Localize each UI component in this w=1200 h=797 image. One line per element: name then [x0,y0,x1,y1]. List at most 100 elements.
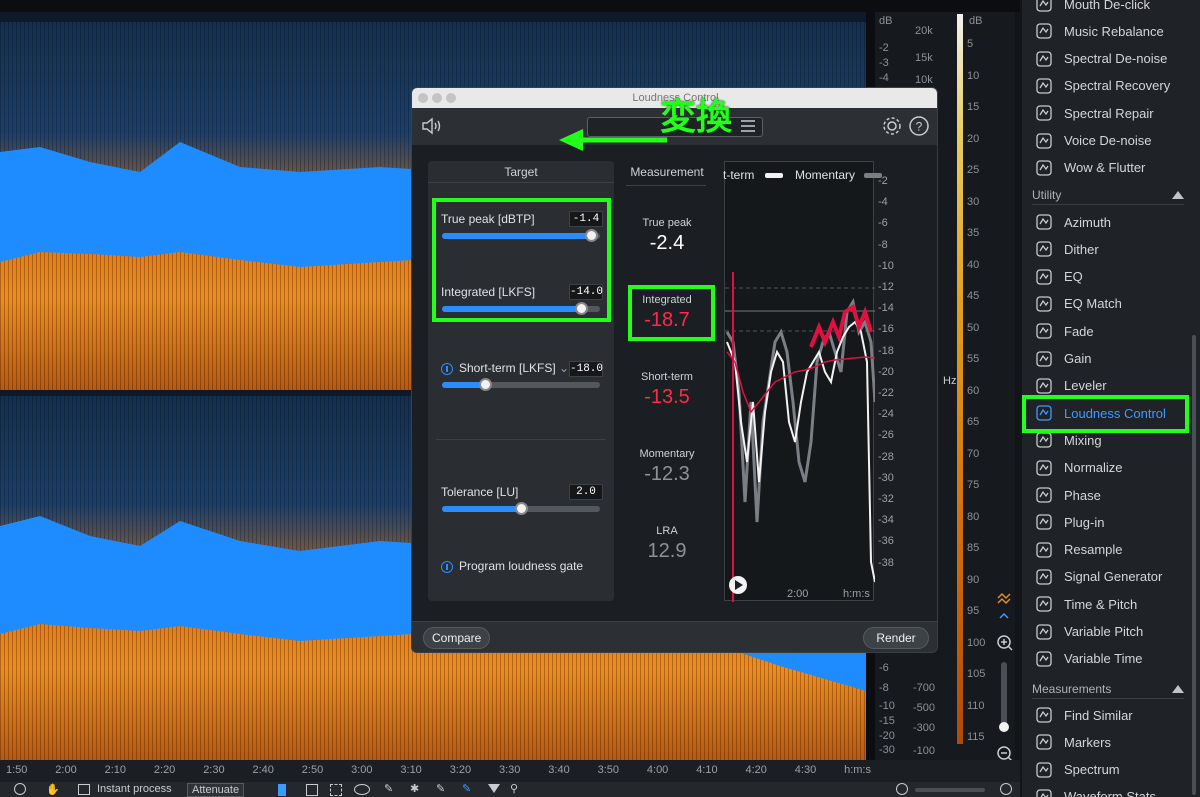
meter-tick: 100 [967,636,986,649]
compare-button[interactable]: Compare [423,627,491,649]
graph-y-tick: -38 [878,556,894,569]
sidebar-item-spectral-de-noise[interactable]: Spectral De-noise [1034,47,1184,71]
sidebar-item-loudness-control[interactable]: Loudness Control [1034,401,1184,425]
zoom-window-button[interactable] [446,93,456,103]
instant-process-checkbox[interactable] [78,784,90,795]
program-gate-row[interactable]: Program loudness gate [441,559,583,573]
h-zoom-slider[interactable] [915,788,985,792]
sidebar-item-variable-time[interactable]: Variable Time [1034,647,1184,671]
sidebar-item-gain[interactable]: Gain [1034,347,1184,371]
meter-db-label: dB [969,15,983,27]
harmonic-icon[interactable]: ✎ [436,782,445,795]
sidebar-item-eq[interactable]: EQ [1034,265,1184,289]
find-tool-icon[interactable]: ✎ [462,782,471,795]
magic-wand-icon[interactable]: ✱ [410,782,419,795]
preset-menu-icon[interactable] [740,119,756,133]
hand-tool-icon[interactable]: ✋ [46,783,60,796]
sidebar-item-label: Voice De-noise [1064,133,1152,148]
sidebar-item-wow-flutter[interactable]: Wow & Flutter [1034,156,1184,180]
timeline-ruler[interactable]: 1:50 2:00 2:10 2:20 2:30 2:40 2:50 3:00 3:10 3:20… [0,760,1020,782]
sidebar-item-label: Mouth De-click [1064,0,1150,12]
sidebar-item-azimuth[interactable]: Azimuth [1034,210,1184,234]
render-button[interactable]: Render [863,627,929,649]
db-scale-label: dB [879,15,893,27]
speaker-icon[interactable] [421,117,443,135]
collapse-triangle-icon[interactable] [1172,684,1184,693]
measurements-section-header[interactable]: Measurements [1032,679,1184,699]
sidebar-item-spectral-repair[interactable]: Spectral Repair [1034,101,1184,125]
sidebar-item-dither[interactable]: Dither [1034,237,1184,261]
zoom-slider[interactable] [999,662,1009,732]
waveform-zoom-icon[interactable] [997,592,1011,605]
sidebar-item-mouth-de-click[interactable]: Mouth De-click [1034,0,1184,16]
meter-tick: 40 [967,258,980,271]
utility-section-header[interactable]: Utility [1032,185,1184,205]
integrated-value-field[interactable]: -14.0 [569,284,603,300]
true-peak-value-field[interactable]: -1.4 [569,211,603,227]
h-zoom-in-icon[interactable] [1000,783,1012,795]
close-window-button[interactable] [418,93,428,103]
help-icon[interactable]: ? [908,115,930,137]
loudness-graph[interactable]: t-term Momentary 2:00 h:m:s [723,161,882,602]
link-icon[interactable]: ⚲ [510,782,518,795]
short-term-slider[interactable] [442,378,600,391]
collapse-triangle-icon[interactable] [1172,190,1184,199]
toggle-icon[interactable] [441,560,453,573]
measurement-header: Measurement [630,165,704,179]
graph-y-tick: -8 [878,238,888,251]
dropdown-arrow-icon[interactable] [488,784,500,793]
sidebar-item-normalize[interactable]: Normalize [1034,456,1184,480]
graph-y-tick: -4 [878,196,888,209]
tolerance-value-field[interactable]: 2.0 [569,484,603,500]
zoom-in-icon[interactable] [997,635,1013,651]
gear-icon[interactable] [881,115,903,137]
graph-y-tick: -10 [878,259,894,272]
sidebar-item-leveler[interactable]: Leveler [1034,374,1184,398]
lasso-icon[interactable] [354,784,370,795]
sidebar-item-label: Mixing [1064,432,1102,448]
hz-tick: 20k [915,25,933,37]
sidebar-item-phase[interactable]: Phase [1034,483,1184,507]
chevron-down-icon[interactable]: ⌄ [559,361,569,375]
eq-match-icon [1034,294,1054,314]
sidebar-item-markers[interactable]: Markers [1034,730,1184,754]
brush-icon[interactable]: ✎ [384,782,393,795]
sidebar-item-plug-in[interactable]: Plug-in [1034,510,1184,534]
h-zoom-out-icon[interactable] [896,783,908,795]
zoom-out-icon[interactable] [997,746,1013,762]
tolerance-slider[interactable] [442,502,600,515]
sidebar-item-find-similar[interactable]: Find Similar [1034,703,1184,727]
minimize-window-button[interactable] [432,93,442,103]
integrated-slider[interactable] [442,302,600,315]
clock-icon [1034,594,1054,614]
true-peak-slider[interactable] [442,229,600,242]
sidebar-item-mixing[interactable]: Mixing [1034,428,1184,452]
sidebar-item-signal-generator[interactable]: Signal Generator [1034,565,1184,589]
attenuate-select[interactable]: Attenuate [187,783,245,797]
db-tick: -10 [879,700,895,712]
sidebar-item-variable-pitch[interactable]: Variable Pitch [1034,620,1184,644]
sidebar-scrollbar[interactable] [1192,335,1196,795]
find-similar-icon [1034,705,1054,725]
selection-tool-icon[interactable] [278,784,286,796]
sidebar-item-time-pitch[interactable]: Time & Pitch [1034,592,1184,616]
zoom-tool-icon[interactable] [14,783,26,795]
sidebar-item-music-rebalance[interactable]: Music Rebalance [1034,19,1184,43]
meter-tick: 50 [967,321,980,334]
short-term-value-field[interactable]: -18.0 [569,361,603,377]
sidebar-item-spectral-recovery[interactable]: Spectral Recovery [1034,74,1184,98]
sidebar-item-label: Resample [1064,542,1123,558]
sidebar-item-fade[interactable]: Fade [1034,319,1184,343]
time-select-icon[interactable] [306,784,318,796]
sidebar-item-waveform-stats[interactable]: Waveform Stats [1034,785,1184,797]
toggle-icon[interactable] [441,362,453,375]
db-tick: -3 [879,57,889,69]
short-term-row[interactable]: Short-term [LKFS] ⌄ [441,361,569,375]
sidebar-item-spectrum[interactable]: Spectrum [1034,758,1184,782]
freq-select-icon[interactable] [330,784,342,796]
sidebar-item-resample[interactable]: Resample [1034,538,1184,562]
spectrogram-zoom-icon[interactable] [999,612,1009,619]
sidebar-item-voice-de-noise[interactable]: Voice De-noise [1034,129,1184,153]
db-tick: -4 [879,72,889,84]
sidebar-item-eq-match[interactable]: EQ Match [1034,292,1184,316]
